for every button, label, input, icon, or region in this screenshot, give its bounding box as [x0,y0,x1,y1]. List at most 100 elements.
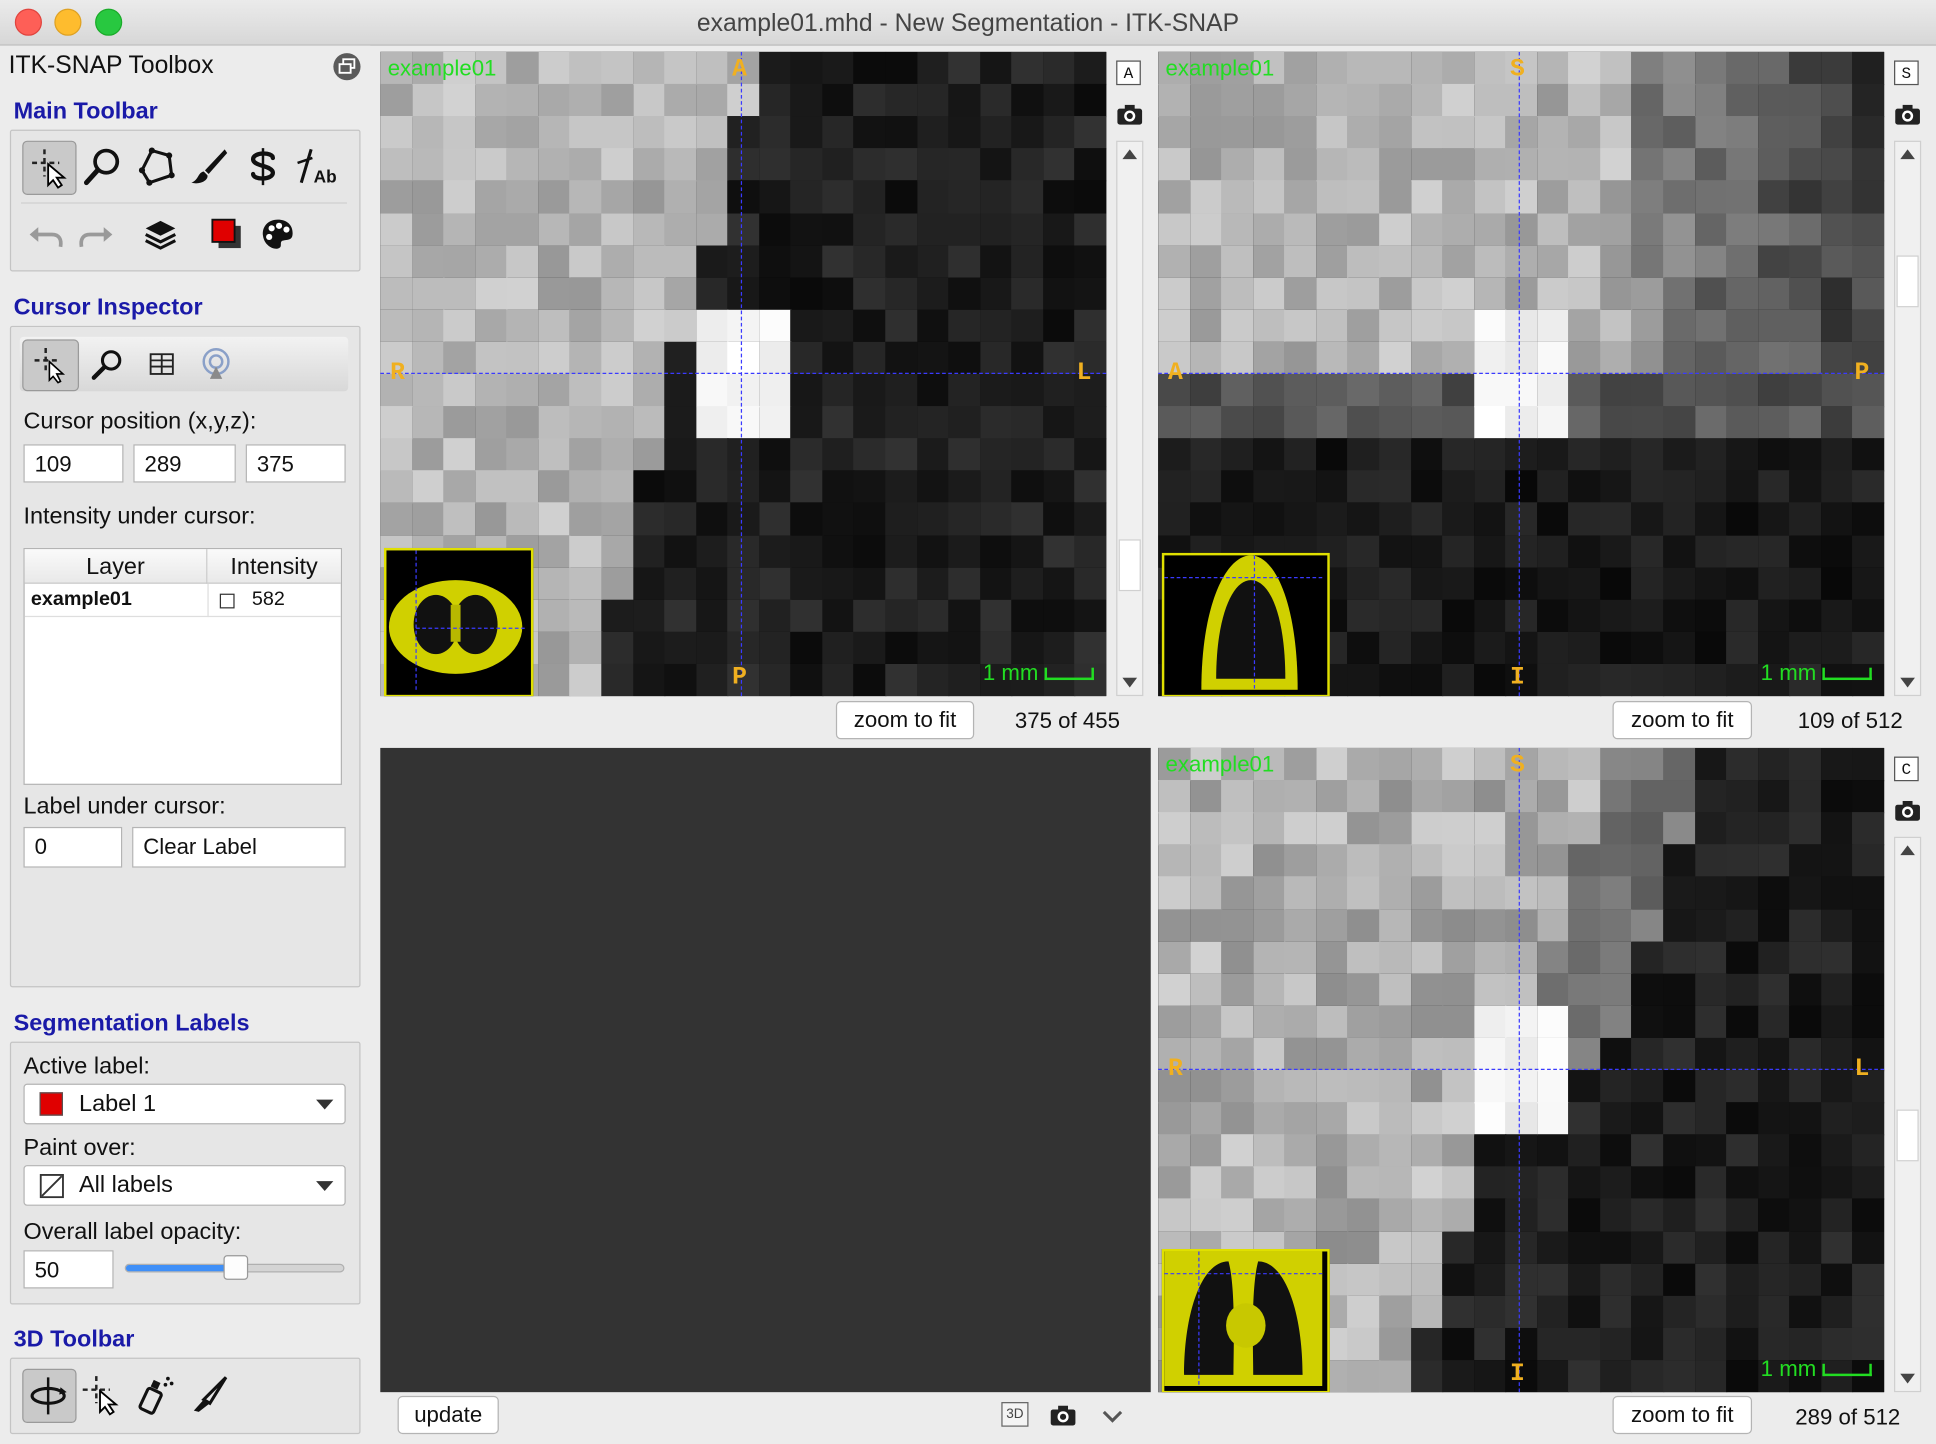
spray-tool-button[interactable] [130,1369,182,1421]
scalpel-tool-button[interactable] [184,1369,236,1421]
image-voxel [1221,1005,1254,1039]
image-voxel [1568,84,1601,117]
image-voxel [916,341,950,375]
sagittal-zoom-to-fit-button[interactable]: zoom to fit [1612,701,1753,740]
image-voxel [1726,973,1759,1007]
sagittal-view[interactable]: example01 S I A P 1 mm [1158,51,1885,697]
coronal-thumbnail[interactable] [1161,1248,1330,1393]
update-3d-button[interactable]: update [397,1395,499,1435]
inspector-sync-tab[interactable] [190,339,242,388]
camera-icon[interactable] [1049,1405,1076,1427]
rotate-3d-tool-button[interactable] [22,1368,77,1424]
image-voxel [1473,406,1507,440]
annotation-tool-button[interactable]: Ab [290,141,342,193]
sagittal-slice-scrollbar[interactable] [1894,140,1922,697]
scrollbar-thumb[interactable] [1896,1109,1919,1162]
paint-over-dropdown[interactable]: All labels [23,1165,346,1206]
image-voxel [1158,812,1191,846]
axial-slice-scrollbar[interactable] [1116,140,1144,697]
image-voxel [443,277,476,311]
snake-tool-button[interactable] [237,141,289,193]
scroll-up-icon[interactable] [1122,149,1138,160]
scrollbar-thumb[interactable] [1896,255,1919,308]
image-voxel [1757,245,1791,279]
camera-icon[interactable] [1894,104,1921,126]
color-map-button[interactable] [252,209,304,261]
image-voxel [1694,502,1728,536]
image-voxel [664,599,697,633]
active-label-dropdown[interactable]: Label 1 [23,1083,346,1125]
image-voxel [1347,341,1380,375]
segmentation-labels-panel: Active label: Label 1 Paint over: All la… [9,1041,361,1305]
inspector-zoom-tab[interactable] [81,339,133,388]
scroll-down-icon[interactable] [1900,1373,1916,1384]
coronal-view[interactable]: example01 S I R L 1 mm [1158,747,1885,1393]
polygon-tool-button[interactable] [130,141,182,193]
image-voxel [695,212,729,246]
image-voxel [727,341,760,375]
undock-button[interactable] [333,53,361,81]
table-row[interactable]: example01 582 [24,583,341,618]
coronal-layout-button[interactable]: C [1894,756,1919,782]
crosshair-tool-button[interactable] [22,140,77,196]
image-voxel [1410,84,1443,117]
intensity-column-header[interactable]: Intensity [207,549,341,584]
crosshair-3d-tool-button[interactable] [75,1369,127,1421]
scroll-down-icon[interactable] [1122,677,1138,688]
image-voxel [506,212,539,246]
axial-layout-button[interactable]: A [1116,60,1141,86]
chevron-down-icon[interactable] [1101,1409,1123,1424]
image-voxel [695,631,729,665]
coronal-zoom-to-fit-button[interactable]: zoom to fit [1612,1395,1753,1435]
axial-thumbnail[interactable] [383,547,534,697]
image-voxel [1347,747,1380,781]
opacity-slider[interactable] [124,1255,345,1280]
undo-button[interactable] [20,209,72,261]
zoom-tool-button[interactable] [77,141,129,193]
image-voxel [1536,599,1570,633]
image-voxel [1600,1134,1633,1168]
3d-view[interactable] [380,747,1151,1393]
image-voxel [1568,973,1601,1007]
scrollbar-thumb[interactable] [1118,539,1141,592]
axial-zoom-to-fit-button[interactable]: zoom to fit [835,701,975,740]
image-voxel [1158,780,1191,814]
cursor-z-field[interactable]: 375 [245,444,346,483]
image-voxel [1284,941,1317,975]
inspector-grid-tab[interactable] [136,339,188,388]
cursor-x-field[interactable]: 109 [23,444,124,483]
layer-manager-button[interactable] [135,209,187,261]
image-voxel [916,599,950,633]
image-voxel [822,309,855,343]
scroll-up-icon[interactable] [1900,845,1916,856]
scroll-up-icon[interactable] [1900,149,1916,160]
image-voxel [569,599,602,633]
image-voxel [1663,1327,1696,1361]
sagittal-layout-button[interactable]: S [1894,60,1919,86]
camera-icon[interactable] [1894,800,1921,822]
label-id-field[interactable]: 0 [23,826,123,868]
image-voxel [822,84,855,117]
cursor-y-field[interactable]: 289 [133,444,236,483]
3d-options-button[interactable]: 3D [1001,1402,1029,1427]
image-voxel [1410,1037,1443,1071]
label-editor-button[interactable] [201,209,253,261]
sagittal-thumbnail[interactable] [1161,552,1330,697]
image-voxel [1852,51,1885,85]
image-voxel [1347,663,1380,697]
redo-icon [79,227,113,248]
opacity-field[interactable]: 50 [23,1250,114,1289]
layer-column-header[interactable]: Layer [24,549,208,584]
paintbrush-tool-button[interactable] [183,141,235,193]
opacity-slider-knob[interactable] [223,1255,249,1280]
image-voxel [1726,535,1759,568]
coronal-slice-scrollbar[interactable] [1894,836,1922,1393]
inspector-cursor-tab[interactable] [22,339,80,392]
camera-icon[interactable] [1116,104,1143,126]
image-voxel [1347,406,1380,440]
image-voxel [1820,567,1854,601]
axial-view[interactable]: example01 A P R L 1 mm [380,51,1107,697]
label-name-field[interactable]: Clear Label [132,826,346,868]
redo-button[interactable] [70,209,122,261]
scroll-down-icon[interactable] [1900,677,1916,688]
